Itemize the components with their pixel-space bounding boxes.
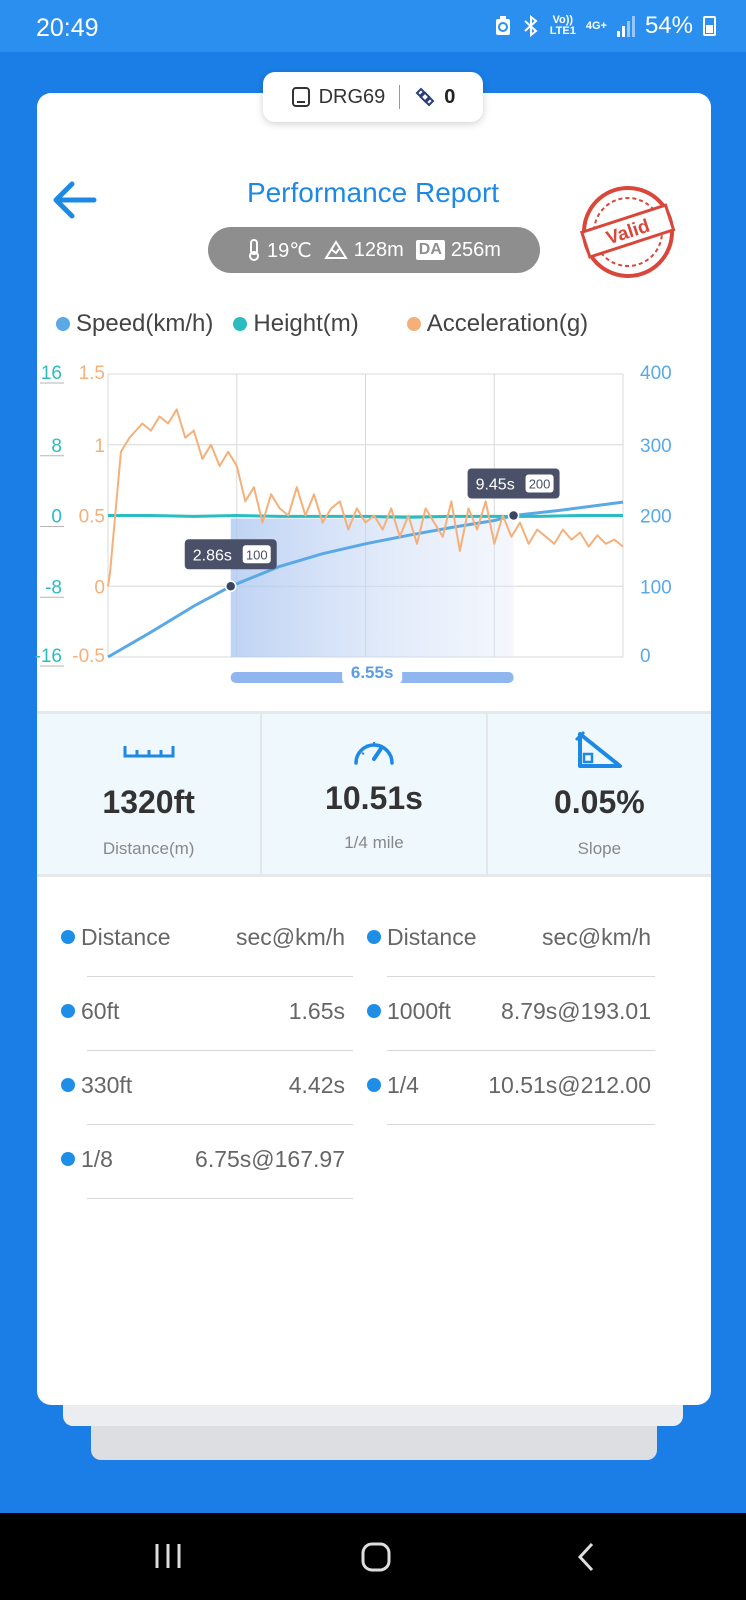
nav-back-icon[interactable] [574, 1541, 598, 1573]
y-tick-speed: 400 [640, 363, 672, 384]
performance-chart[interactable]: 6.55s 16 8 0 -8 -16 1.5 1 0.5 0 -0.5 400 300 200 100 0 2… [0, 355, 746, 705]
bullet-icon [367, 930, 381, 944]
status-time: 20:49 [36, 14, 99, 42]
divider [387, 1124, 655, 1125]
y-tick-speed: 100 [640, 577, 672, 598]
split-row-right-name: 1000ft [367, 974, 451, 1048]
bullet-icon [367, 1004, 381, 1018]
marker-label: 2.86s [193, 547, 232, 564]
ruler-icon [123, 746, 175, 758]
series-line-heightm [108, 514, 623, 519]
split-row-left-value: 4.42s [288, 1071, 345, 1098]
battery-icon [703, 16, 716, 36]
legend-acceleration-swatch [406, 317, 421, 331]
legend-height-swatch [233, 317, 248, 331]
split-header-right-name: Distance [367, 900, 476, 974]
temperature-value: 19℃ [267, 239, 312, 262]
bullet-icon [61, 1078, 75, 1092]
metric-distance-value: 1320ft [102, 784, 195, 820]
y-tick-speed: 200 [640, 507, 672, 528]
y-tick-height: 0 [51, 507, 62, 528]
split-row-right-value: 10.51s@212.00 [488, 1071, 651, 1098]
satellite-count: 0 [444, 85, 456, 108]
altitude-value: 128m [353, 238, 404, 261]
speedometer-icon [354, 742, 394, 765]
legend-acceleration: Acceleration(g) [406, 310, 588, 338]
network-type: 4G+ [585, 19, 607, 32]
y-tick-acceleration: 1.5 [79, 363, 105, 384]
mountain-icon [323, 240, 348, 259]
y-tick-height: -8 [45, 577, 62, 598]
bullet-icon [367, 1078, 381, 1092]
home-icon[interactable] [360, 1541, 392, 1573]
metrics-panel: 1320ft Distance(m) 10.51s 1/4 mile 0.05%… [37, 711, 711, 877]
metric-slope-value: 0.05% [553, 784, 645, 820]
marker-point [507, 509, 520, 522]
legend-height: Height(m) [233, 310, 359, 338]
divider [399, 85, 401, 109]
metric-distance: 1320ft Distance(m) [37, 714, 260, 874]
metric-slope-label: Slope [577, 839, 622, 858]
range-duration-label: 6.55s [351, 663, 394, 682]
y-tick-speed: 300 [640, 436, 672, 457]
y-tick-height: 16 [41, 363, 62, 384]
metric-slope: 0.05% Slope [485, 714, 711, 874]
device-icon [291, 87, 310, 107]
split-row-right-value: 8.79s@193.01 [501, 997, 651, 1024]
metric-time: 10.51s 1/4 mile [260, 714, 485, 874]
split-row-left-name: 330ft [61, 1048, 132, 1122]
signal-icon [616, 15, 635, 37]
legend-speed-swatch [56, 317, 70, 331]
density-altitude-badge: DA [415, 240, 445, 260]
battery-percent: 54% [644, 12, 693, 39]
thermometer-icon [249, 239, 260, 261]
split-header-left-value: sec@km/h [236, 923, 345, 950]
split-row-left-value: 1.65s [288, 997, 345, 1024]
metric-time-label: 1/4 mile [344, 833, 404, 852]
split-header-right-value: sec@km/h [542, 923, 651, 950]
satellite-icon [415, 87, 435, 107]
split-row-left-value: 6.75s@167.97 [195, 1145, 345, 1172]
conditions-pill: 19℃ 128m DA 256m [208, 227, 540, 273]
bluetooth-icon [524, 15, 538, 37]
split-row-right-name: 1/4 [367, 1048, 419, 1122]
divider [87, 1198, 353, 1199]
marker-badge: 100 [246, 547, 268, 562]
valid-stamp: Valid [579, 186, 676, 278]
status-icons: Vo)) LTE1 4G+ 54% [494, 12, 716, 40]
navigation-bar [0, 1513, 746, 1600]
slope-icon [575, 730, 623, 768]
split-row-left-name: 60ft [61, 974, 119, 1048]
bullet-icon [61, 930, 75, 944]
legend-speed: Speed(km/h) [56, 310, 213, 338]
split-header-left-name: Distance [61, 900, 170, 974]
marker-badge: 200 [529, 477, 551, 492]
y-tick-speed: 0 [640, 646, 651, 667]
y-tick-acceleration: -0.5 [72, 646, 105, 667]
y-tick-height: -16 [35, 646, 62, 667]
y-tick-height: 8 [51, 436, 62, 457]
bullet-icon [61, 1004, 75, 1018]
recycle-icon [495, 16, 510, 35]
y-tick-acceleration: 0.5 [79, 507, 105, 528]
split-row-left-name: 1/8 [61, 1122, 113, 1196]
status-bar: 20:49 Vo)) LTE1 4G+ 54% [0, 0, 746, 52]
metric-time-value: 10.51s [325, 780, 423, 816]
metric-distance-label: Distance(m) [102, 839, 195, 858]
y-tick-acceleration: 0 [94, 577, 105, 598]
bullet-icon [61, 1152, 75, 1166]
density-altitude-value: 256m [450, 238, 501, 261]
device-name: DRG69 [318, 85, 386, 108]
device-pill[interactable]: DRG69 0 [263, 72, 483, 122]
marker-point [224, 580, 237, 592]
volte-label: Vo)) LTE1 [549, 14, 576, 37]
chart-legend: Speed(km/h) Height(m) Acceleration(g) [56, 310, 588, 338]
y-tick-acceleration: 1 [94, 436, 105, 457]
marker-label: 9.45s [476, 477, 515, 494]
recent-apps-icon[interactable] [152, 1541, 184, 1571]
